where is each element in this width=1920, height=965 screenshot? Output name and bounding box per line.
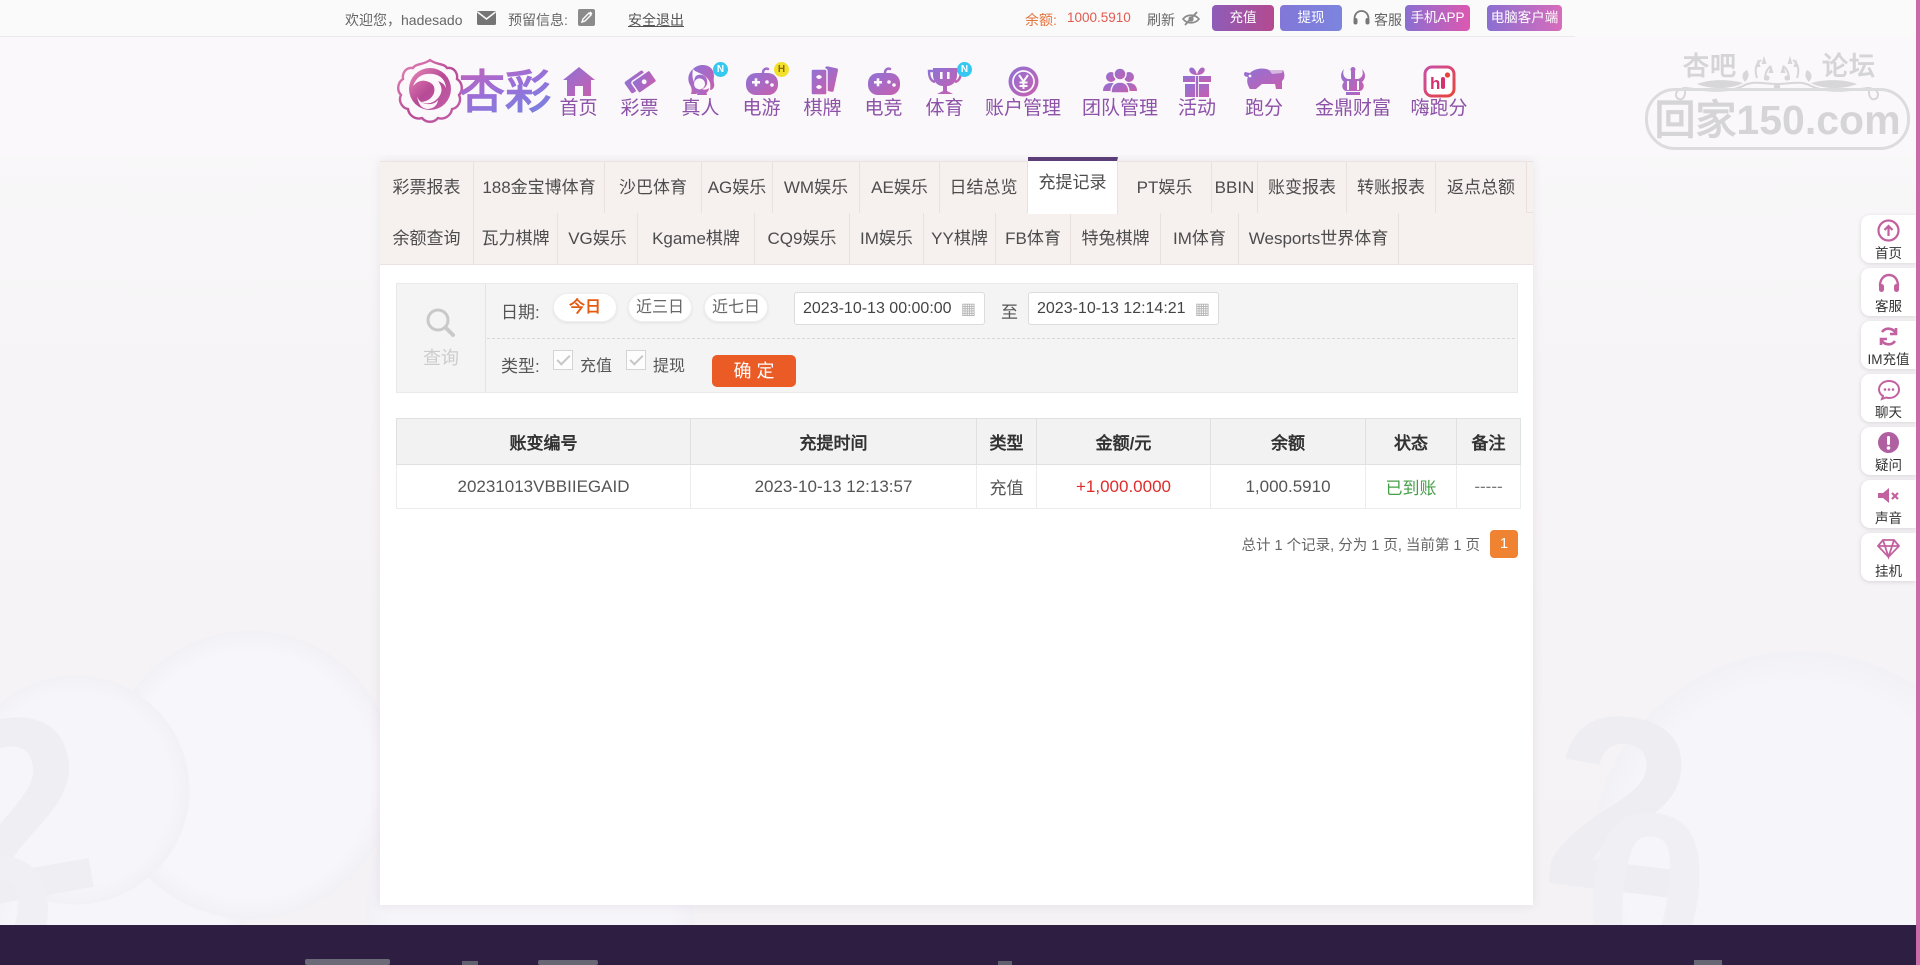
svg-text:杏彩: 杏彩: [459, 66, 551, 118]
svg-text:h: h: [1430, 74, 1440, 93]
